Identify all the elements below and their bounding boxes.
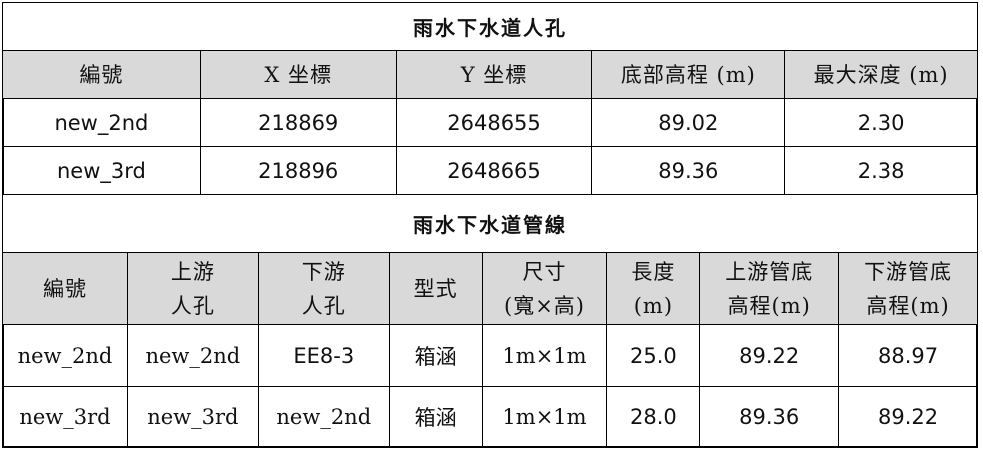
cell-id: new_3rd <box>2 146 201 195</box>
cell-y: 2648665 <box>395 146 593 195</box>
header-downstream-manhole: 下游 人孔 <box>257 252 390 325</box>
cell-downstream: new_2nd <box>257 386 390 447</box>
cell-size: 1m×1m <box>481 386 608 447</box>
header-downstream-invert: 下游管底 高程(m) <box>838 252 978 325</box>
cell-y: 2648655 <box>395 98 593 147</box>
cell-bottom-elevation: 89.36 <box>591 146 786 195</box>
cell-bottom-elevation: 89.02 <box>591 98 786 147</box>
cell-type: 箱涵 <box>388 386 483 447</box>
header-x-coord: X 坐標 <box>199 50 397 99</box>
cell-type: 箱涵 <box>388 324 483 387</box>
cell-x: 218896 <box>199 146 397 195</box>
pipe-table: 雨水下水道管線 編號 上游 人孔 下游 人孔 型式 尺寸 (寬×高) 長度 (m) 上游… <box>2 194 978 447</box>
header-y-coord: Y 坐標 <box>395 50 593 99</box>
cell-x: 218869 <box>199 98 397 147</box>
manhole-table-title: 雨水下水道人孔 <box>2 2 978 51</box>
manhole-table: 雨水下水道人孔 編號 X 坐標 Y 坐標 底部高程 (m) 最大深度 (m) n… <box>2 2 978 195</box>
cell-id: new_3rd <box>2 386 128 447</box>
table-row: new_2nd new_2nd EE8-3 箱涵 1m×1m 25.0 89.2… <box>2 324 978 387</box>
header-upstream-invert: 上游管底 高程(m) <box>699 252 840 325</box>
table-row: new_3rd 218896 2648665 89.36 2.38 <box>2 146 978 195</box>
table-row: new_2nd 218869 2648655 89.02 2.30 <box>2 98 978 147</box>
cell-downstream-invert: 88.97 <box>838 324 978 387</box>
pipe-table-title: 雨水下水道管線 <box>2 194 978 253</box>
cell-upstream-invert: 89.22 <box>699 324 840 387</box>
cell-length: 28.0 <box>606 386 701 447</box>
header-bottom-elevation: 底部高程 (m) <box>591 50 786 99</box>
cell-upstream: new_2nd <box>126 324 259 387</box>
cell-id: new_2nd <box>2 324 128 387</box>
cell-length: 25.0 <box>606 324 701 387</box>
cell-id: new_2nd <box>2 98 201 147</box>
cell-downstream: EE8-3 <box>257 324 390 387</box>
header-length: 長度 (m) <box>606 252 701 325</box>
header-id: 編號 <box>2 50 201 99</box>
header-max-depth: 最大深度 (m) <box>784 50 978 99</box>
table-row: new_3rd new_3rd new_2nd 箱涵 1m×1m 28.0 89… <box>2 386 978 447</box>
header-type: 型式 <box>388 252 483 325</box>
header-id: 編號 <box>2 252 128 325</box>
cell-upstream-invert: 89.36 <box>699 386 840 447</box>
cell-upstream: new_3rd <box>126 386 259 447</box>
cell-downstream-invert: 89.22 <box>838 386 978 447</box>
header-size: 尺寸 (寬×高) <box>481 252 608 325</box>
cell-max-depth: 2.30 <box>784 98 978 147</box>
cell-size: 1m×1m <box>481 324 608 387</box>
header-upstream-manhole: 上游 人孔 <box>126 252 259 325</box>
cell-max-depth: 2.38 <box>784 146 978 195</box>
